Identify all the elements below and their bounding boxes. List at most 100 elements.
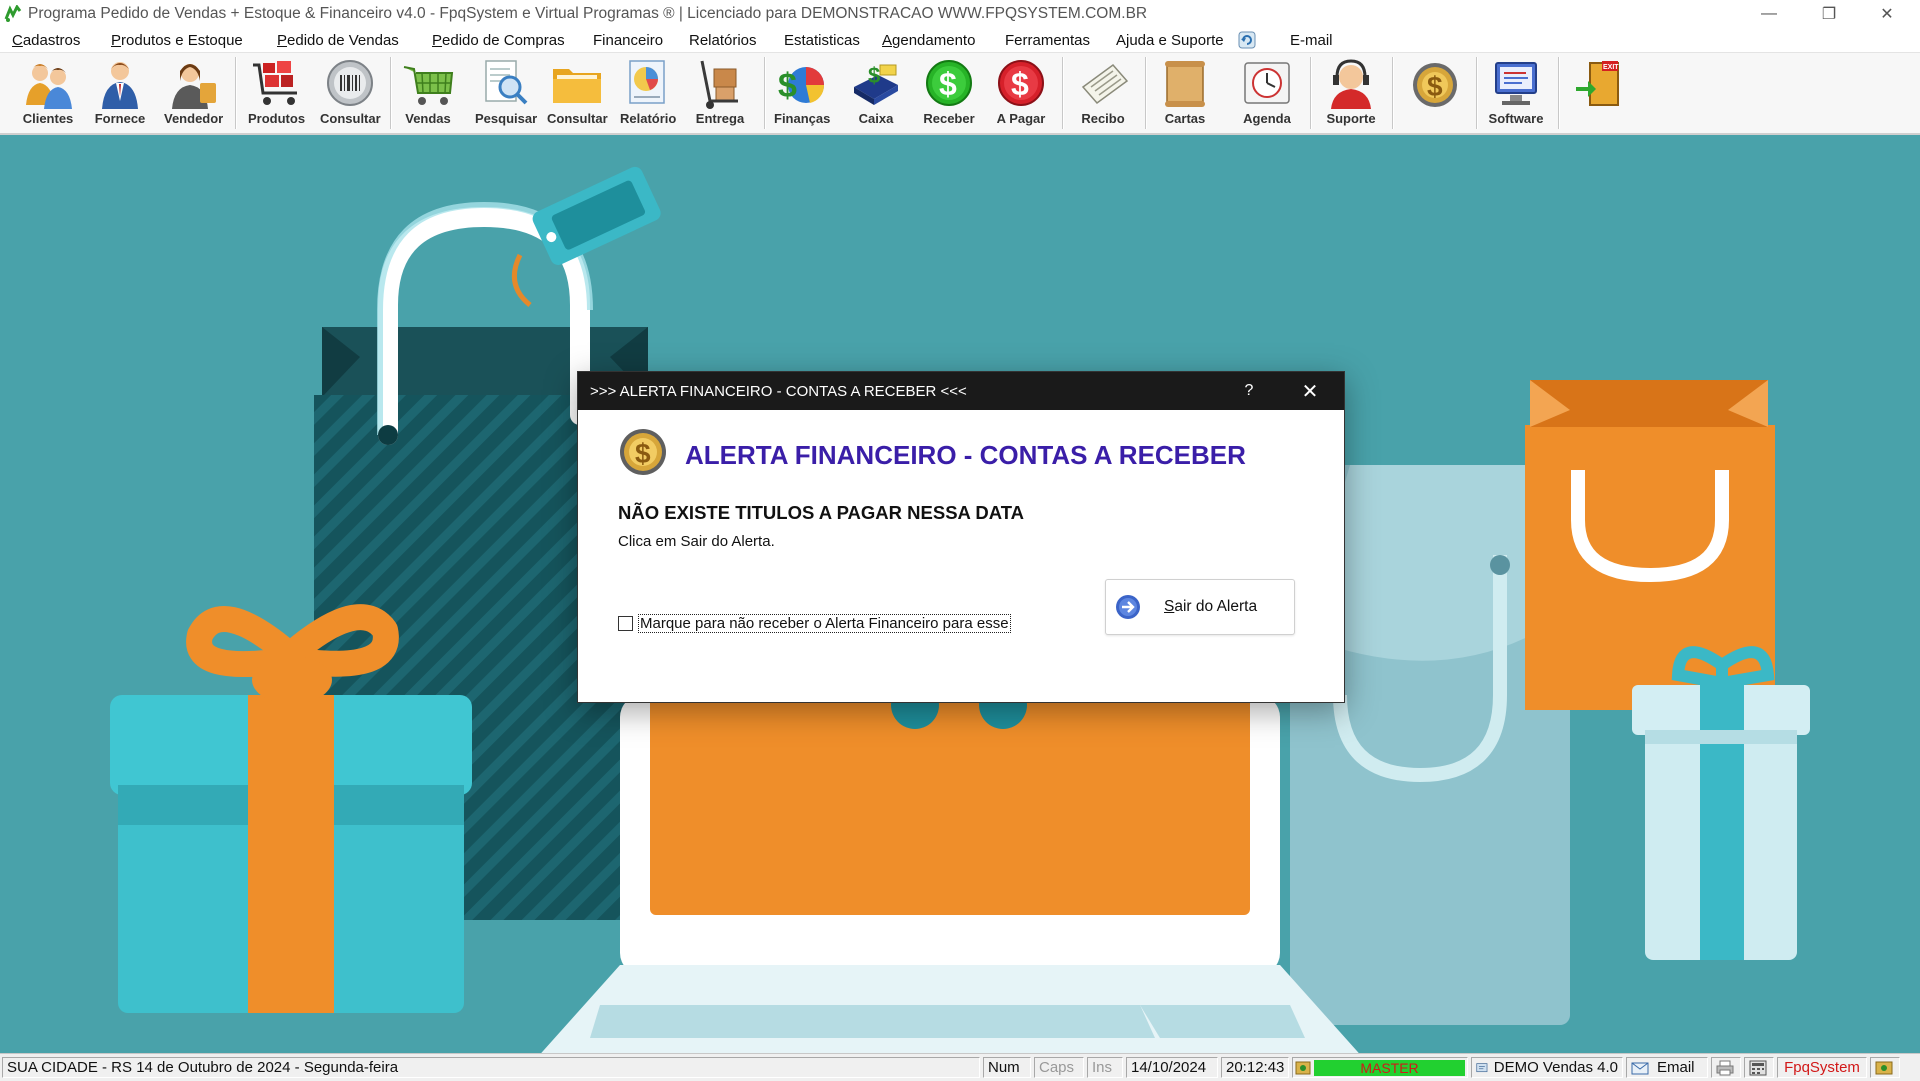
menu-estatisticas[interactable]: Estatisticas	[784, 32, 860, 49]
toolbar-receber-button[interactable]: $ Receber	[921, 57, 977, 131]
toolbar-separator	[1392, 57, 1394, 129]
report-icon	[629, 60, 665, 104]
toolbar-label: Recibo	[1081, 111, 1125, 126]
restore-button[interactable]: ❐	[1800, 0, 1858, 28]
toolbar-separator	[390, 57, 392, 129]
support-icon	[1331, 59, 1371, 109]
toolbar-label: Consultar	[320, 111, 381, 126]
help-icon: ?	[1244, 382, 1254, 399]
shopping-cart-icon	[403, 66, 454, 105]
button-label: Sair do Alerta	[1164, 598, 1258, 615]
supplier-icon	[102, 62, 138, 109]
toolbar-agenda-button[interactable]: Agenda	[1239, 57, 1295, 131]
status-email-button[interactable]: Email	[1626, 1057, 1708, 1078]
app-version-icon	[1476, 1062, 1488, 1072]
refresh-icon[interactable]	[1238, 31, 1256, 49]
status-ins: Ins	[1087, 1057, 1123, 1078]
minimize-button[interactable]: —	[1740, 0, 1798, 28]
toolbar-label: Fornece	[94, 111, 146, 126]
calculator-icon	[1749, 1060, 1767, 1075]
toolbar-consultar-pedidos-button[interactable]: Consultar	[547, 57, 608, 131]
software-icon	[1495, 62, 1537, 105]
toolbar-separator	[1558, 57, 1560, 129]
toolbar-fornece-button[interactable]: Fornece	[92, 57, 148, 131]
toolbar-software-button[interactable]: Software	[1488, 57, 1544, 131]
status-time: 20:12:43	[1221, 1057, 1289, 1078]
app-logo-icon	[4, 5, 22, 22]
svg-text:EXIT: EXIT	[1603, 64, 1619, 71]
status-calculator-button[interactable]	[1744, 1057, 1774, 1078]
magnifier-document-icon	[485, 60, 528, 105]
dialog-close-button[interactable]: ✕	[1292, 372, 1328, 410]
svg-text:$: $	[1011, 66, 1029, 102]
toolbar-produtos-button[interactable]: Produtos	[248, 57, 305, 131]
salesperson-icon	[171, 64, 216, 109]
gold-coin-icon: $	[1413, 63, 1457, 107]
dialog-heading: ALERTA FINANCEIRO - CONTAS A RECEBER	[685, 440, 1246, 470]
toolbar-relatorio-button[interactable]: Relatório	[620, 57, 676, 131]
menu-cadastros[interactable]: Cadastros	[12, 32, 80, 49]
status-key-icon-box	[1870, 1057, 1900, 1078]
toolbar-recibo-button[interactable]: Recibo	[1075, 57, 1131, 131]
menu-relatorios[interactable]: Relatórios	[689, 32, 757, 49]
toolbar-suporte-button[interactable]: Suporte	[1323, 57, 1379, 131]
toolbar-caixa-button[interactable]: $ Caixa	[848, 57, 904, 131]
svg-text:$: $	[868, 63, 880, 88]
checkbox-box[interactable]	[618, 616, 633, 631]
toolbar-pesquisar-button[interactable]: Pesquisar	[475, 57, 537, 131]
menu-ajuda-suporte[interactable]: Ajuda e Suporte	[1116, 32, 1224, 49]
user-name-badge: MASTER	[1314, 1059, 1465, 1076]
toolbar-separator	[1310, 57, 1312, 129]
dialog-help-button[interactable]: ?	[1234, 372, 1264, 410]
printer-icon	[1716, 1060, 1734, 1075]
svg-text:$: $	[635, 438, 651, 469]
menu-pedido-vendas[interactable]: Pedido de Vendas	[277, 32, 399, 49]
menu-agendamento[interactable]: Agendamento	[882, 32, 975, 49]
sair-do-alerta-button[interactable]: Sair do Alerta	[1105, 579, 1295, 635]
barcode-icon	[327, 60, 374, 106]
window-title: Programa Pedido de Vendas + Estoque & Fi…	[28, 5, 1148, 22]
status-date: 14/10/2024	[1126, 1057, 1218, 1078]
status-version: DEMO Vendas 4.0	[1471, 1057, 1623, 1078]
toolbar-separator	[1062, 57, 1064, 129]
close-icon: ✕	[1301, 380, 1319, 403]
scroll-icon	[1165, 61, 1205, 107]
status-user: MASTER	[1292, 1057, 1468, 1078]
title-bar: Programa Pedido de Vendas + Estoque & Fi…	[0, 0, 1920, 28]
close-window-button[interactable]: ✕	[1858, 0, 1916, 28]
toolbar-gold-coin-button[interactable]: $	[1407, 57, 1463, 131]
toolbar-label: Cartas	[1164, 111, 1206, 126]
menu-email[interactable]: E-mail	[1290, 32, 1333, 49]
toolbar-apagar-button[interactable]: $ A Pagar	[993, 57, 1049, 131]
toolbar-consultar-button[interactable]: Consultar	[320, 57, 381, 131]
red-dollar-icon: $	[998, 60, 1044, 106]
menu-ferramentas[interactable]: Ferramentas	[1005, 32, 1090, 49]
status-num: Num	[983, 1057, 1031, 1078]
minimize-icon: —	[1761, 5, 1777, 22]
close-icon: ✕	[1880, 6, 1894, 23]
gold-coin-icon: $	[620, 429, 666, 475]
toolbar-financas-button[interactable]: $ Finanças	[774, 57, 830, 131]
status-bar: SUA CIDADE - RS 14 de Outubro de 2024 - …	[0, 1053, 1920, 1081]
toolbar-exit-button[interactable]: EXIT	[1572, 57, 1628, 131]
status-printer-button[interactable]	[1711, 1057, 1741, 1078]
folder-icon	[553, 69, 602, 103]
toolbar-vendas-button[interactable]: Vendas	[400, 57, 456, 131]
toolbar-cartas-button[interactable]: Cartas	[1157, 57, 1213, 131]
cash-register-icon: $	[854, 63, 898, 105]
toolbar-entrega-button[interactable]: Entrega	[692, 57, 748, 131]
toolbar-vendedor-button[interactable]: Vendedor	[164, 57, 223, 131]
menu-produtos-estoque[interactable]: Produtos e Estoque	[111, 32, 243, 49]
toolbar-label: Caixa	[858, 111, 894, 126]
toolbar-label: Consultar	[547, 111, 608, 126]
checkbox-label: Marque para não receber o Alerta Finance…	[638, 614, 1011, 633]
toolbar-label: Vendas	[405, 111, 451, 126]
toolbar-label: Finanças	[774, 111, 831, 126]
menu-financeiro[interactable]: Financeiro	[593, 32, 663, 49]
disable-alert-checkbox[interactable]: Marque para não receber o Alerta Finance…	[618, 614, 1011, 633]
arrow-right-circle-icon	[1116, 595, 1140, 619]
menu-pedido-compras[interactable]: Pedido de Compras	[432, 32, 565, 49]
toolbar-clientes-button[interactable]: Clientes	[20, 57, 76, 131]
svg-text:$: $	[1427, 71, 1443, 102]
email-icon	[1631, 1062, 1649, 1074]
